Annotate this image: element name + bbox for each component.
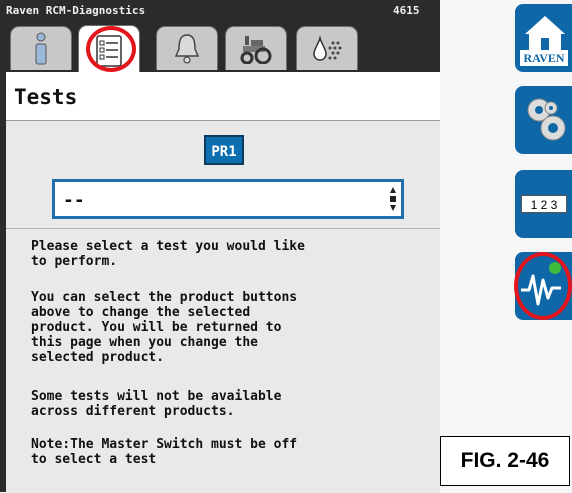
tab-products[interactable] [296,26,358,70]
figure-label: FIG. 2-46 [440,436,570,486]
keypad-button[interactable]: 1 2 3 [515,170,572,238]
raven-logo-label: RAVEN [520,50,568,66]
page-header: Tests [6,72,440,120]
tests-tab-highlight-ring [86,26,136,72]
product-drop-icon [313,34,342,61]
instruction-select-test: Please select a test you would like to p… [31,239,305,269]
info-icon [35,32,47,64]
tab-bar [0,22,440,75]
test-select[interactable]: -- [52,179,404,219]
title-number: 4615 [393,4,420,17]
instruction-availability: Some tests will not be available across … [31,389,282,419]
test-select-value: -- [63,190,85,211]
instruction-master-switch-note: Note:The Master Switch must be off to se… [31,437,298,467]
product-panel: PR1 -- [6,120,440,229]
instructions-panel: Please select a test you would like to p… [6,228,440,493]
tab-machine[interactable] [225,26,287,70]
home-button[interactable]: RAVEN [515,4,572,72]
settings-button[interactable] [515,86,572,154]
app-title: Raven RCM-Diagnostics [6,4,146,17]
diagnostics-highlight-ring [514,252,572,320]
gears-icon [527,98,566,141]
tab-info[interactable] [10,26,72,70]
up-down-arrows-icon [390,187,396,211]
product-button-pr1[interactable]: PR1 [204,135,244,165]
rcm-diagnostics-screen: Raven RCM-Diagnostics 4615 Tests PR1 -- … [0,0,440,493]
bell-icon [174,33,200,64]
instruction-product-buttons: You can select the product buttons above… [31,290,298,365]
tractor-icon [240,35,272,64]
keypad-icon: 1 2 3 [521,195,567,213]
tab-alarms[interactable] [156,26,218,70]
title-bar: Raven RCM-Diagnostics 4615 [0,0,440,22]
page-title: Tests [14,85,78,109]
